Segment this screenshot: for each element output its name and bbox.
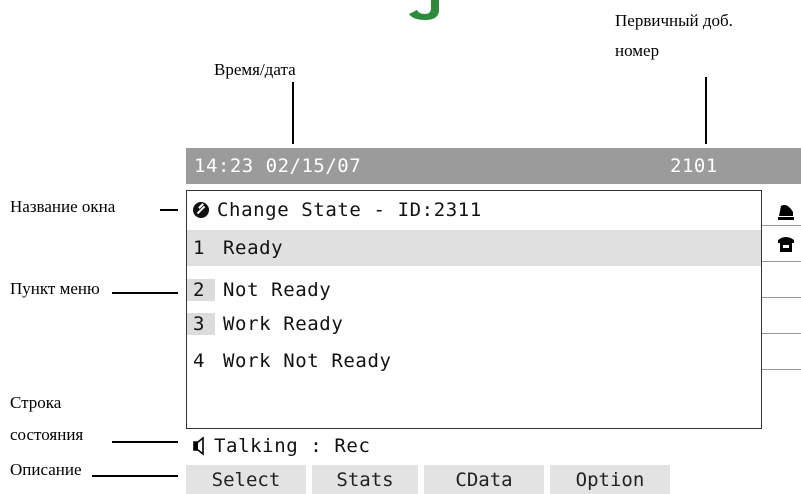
line-key-2[interactable] [762, 226, 801, 262]
window-title: Change State - ID:2311 [217, 199, 482, 221]
menu-item-label: Work Ready [223, 313, 344, 335]
callout-primary-ext-line2: номер [615, 41, 660, 60]
menu-item-work-ready[interactable]: 3 Work Ready [187, 306, 343, 342]
desk-phone-icon [778, 237, 794, 252]
softkey-bar: Select Stats CData Option [186, 465, 676, 494]
status-text: Talking : Rec [214, 435, 371, 457]
menu-item-number: 3 [187, 313, 215, 335]
line-keys [762, 190, 801, 429]
menu-item-ready[interactable]: 1 Ready [187, 230, 761, 266]
line-key-5[interactable] [762, 334, 801, 370]
handset-off-hook-icon [778, 204, 794, 220]
leader-description [92, 475, 178, 477]
menu-item-work-not-ready[interactable]: 4 Work Not Ready [187, 343, 392, 379]
callout-window-title: Название окна [10, 197, 116, 216]
time-date: 14:23 02/15/07 [194, 155, 362, 177]
change-state-icon [193, 202, 209, 218]
green-heading-fragment [403, 0, 449, 22]
menu-item-number: 2 [187, 279, 215, 301]
callout-description: Описание [10, 460, 82, 479]
menu-item-label: Ready [223, 237, 284, 259]
status-bar: 14:23 02/15/07 2101 [186, 148, 801, 184]
softkey-select[interactable]: Select [186, 465, 306, 494]
leader-time-date [292, 82, 294, 144]
menu-item-label: Work Not Ready [223, 350, 392, 372]
callout-primary-ext-line1: Первичный доб. [615, 11, 733, 30]
status-line: Talking : Rec [186, 429, 801, 463]
line-key-4[interactable] [762, 298, 801, 334]
speaker-icon [193, 436, 204, 456]
primary-extension: 2101 [670, 155, 718, 177]
line-key-6[interactable] [762, 370, 801, 406]
softkey-stats[interactable]: Stats [312, 465, 418, 494]
leader-menu-item [112, 292, 178, 294]
callout-status-line-2: состояния [10, 425, 84, 444]
phone-display: 14:23 02/15/07 2101 Change State - ID:23… [186, 148, 801, 494]
softkey-cdata[interactable]: CData [424, 465, 544, 494]
leader-window-title [160, 209, 178, 211]
callout-time-date: Время/дата [214, 60, 296, 79]
menu-item-not-ready[interactable]: 2 Not Ready [187, 272, 331, 308]
menu-item-number: 4 [193, 350, 206, 372]
leader-primary-ext [705, 77, 707, 144]
line-key-1[interactable] [762, 190, 801, 226]
menu-item-label: Not Ready [223, 279, 332, 301]
line-key-3[interactable] [762, 262, 801, 298]
callout-menu-item: Пункт меню [10, 279, 100, 298]
callout-status-line-1: Строка [10, 393, 62, 412]
menu-window: Change State - ID:2311 1 Ready 2 Not Rea… [186, 190, 762, 429]
leader-status-line [112, 441, 178, 443]
window-title-row: Change State - ID:2311 [193, 199, 482, 221]
menu-item-number: 1 [193, 237, 206, 259]
softkey-option[interactable]: Option [550, 465, 670, 494]
